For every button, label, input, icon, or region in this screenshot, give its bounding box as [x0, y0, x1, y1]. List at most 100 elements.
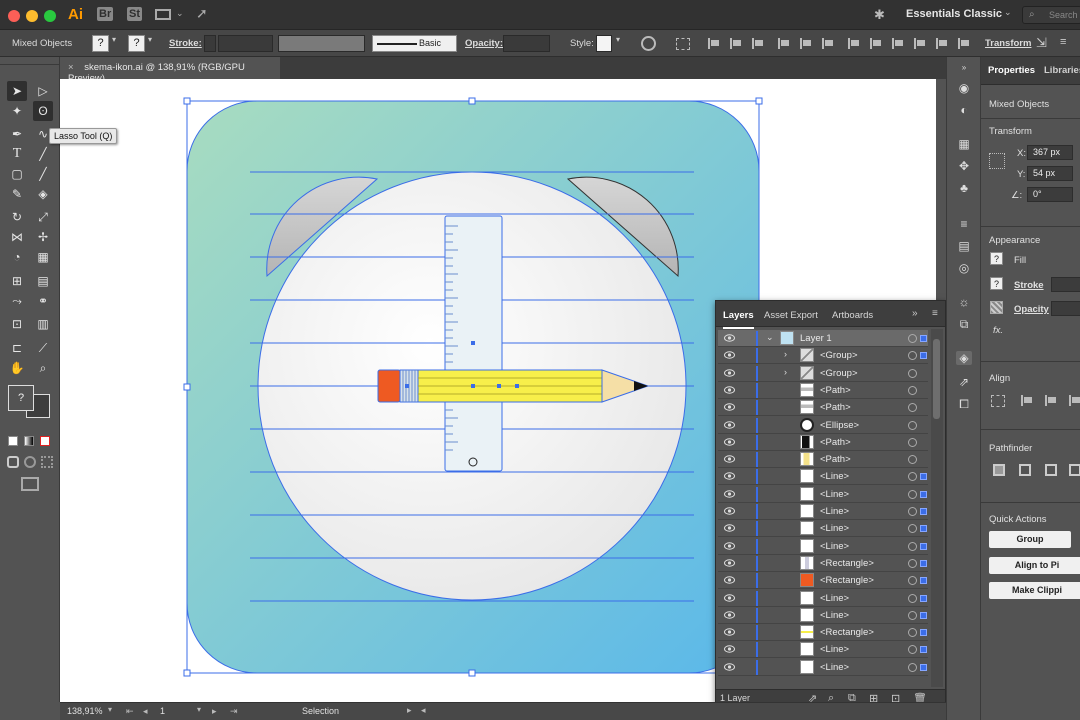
tab-libraries[interactable]: Libraries — [1044, 65, 1080, 76]
eraser-tool-icon[interactable]: ◈ — [33, 184, 53, 204]
visibility-eye-icon[interactable] — [724, 506, 735, 516]
target-circle-icon[interactable] — [908, 507, 917, 516]
visibility-eye-icon[interactable] — [724, 627, 735, 637]
column-graph-tool-icon[interactable]: ▥ — [33, 314, 53, 334]
layer-name[interactable]: <Rectangle> — [820, 575, 874, 586]
puppet-warp-tool-icon[interactable]: ✢ — [33, 227, 53, 247]
selection-indicator[interactable] — [920, 577, 927, 585]
selection-indicator[interactable] — [920, 559, 927, 567]
selection-indicator[interactable] — [920, 352, 927, 360]
layer-name[interactable]: <Path> — [820, 385, 851, 396]
gradient-panel-icon[interactable]: ▤ — [956, 239, 972, 253]
layer-name[interactable]: <Path> — [820, 402, 851, 413]
tab-properties[interactable]: Properties — [988, 65, 1035, 76]
layer-row[interactable]: <Line> — [718, 590, 928, 607]
unite-icon[interactable] — [993, 464, 1005, 476]
minus-front-icon[interactable] — [1019, 464, 1031, 476]
dock-collapse-icon[interactable]: » — [956, 61, 972, 75]
workspace-switcher[interactable]: Essentials Classic — [906, 8, 1002, 20]
layer-name[interactable]: <Path> — [820, 454, 851, 465]
visibility-eye-icon[interactable] — [724, 471, 735, 481]
distribute-center-icon[interactable] — [870, 38, 882, 49]
visibility-eye-icon[interactable] — [724, 420, 735, 430]
color-icon[interactable]: ◐ — [956, 103, 972, 117]
layer-row-parent[interactable]: ⌄ Layer 1 — [718, 330, 928, 347]
visibility-eye-icon[interactable] — [724, 523, 735, 533]
target-circle-icon[interactable] — [908, 455, 917, 465]
lightbulb-icon[interactable]: ✱ — [874, 7, 885, 23]
layer-name[interactable]: <Ellipse> — [820, 420, 859, 431]
layer-name[interactable]: <Rectangle> — [820, 558, 874, 569]
chevron-down-icon[interactable]: ▾ — [616, 35, 620, 44]
visibility-eye-icon[interactable] — [724, 593, 735, 603]
fill-mode-none-icon[interactable] — [40, 436, 50, 446]
layer-name[interactable]: <Line> — [820, 471, 849, 482]
zoom-level[interactable]: 138,91% — [67, 706, 103, 716]
artboard-tool-icon[interactable]: ⊏ — [7, 338, 27, 358]
bridge-button[interactable]: Br — [97, 7, 114, 21]
layer-row[interactable]: <Rectangle> — [718, 624, 928, 642]
selection-indicator[interactable] — [920, 335, 927, 342]
last-artboard-icon[interactable]: ⇥ — [230, 706, 238, 717]
distribute-horizontal-center-icon[interactable] — [936, 38, 948, 49]
symbols-icon[interactable]: ♣ — [956, 181, 972, 195]
chevron-down-icon[interactable]: ⌄ — [1004, 7, 1012, 18]
variable-width-profile[interactable] — [278, 35, 365, 52]
transparency-icon[interactable]: ◎ — [956, 261, 972, 275]
graphic-style-swatch[interactable] — [596, 35, 612, 52]
distribute-top-icon[interactable] — [848, 38, 860, 49]
visibility-eye-icon[interactable] — [724, 662, 735, 672]
arrange-documents-icon[interactable] — [155, 9, 171, 20]
artboard-number[interactable]: 1 — [160, 706, 165, 716]
align-to-icon[interactable] — [991, 395, 1005, 407]
toolbar-grip[interactable] — [0, 59, 60, 65]
visibility-eye-icon[interactable] — [724, 454, 735, 464]
gradient-tool-icon[interactable]: ▤ — [33, 271, 53, 291]
layer-name[interactable]: <Line> — [820, 523, 849, 534]
stroke-panel-icon[interactable]: ≡ — [956, 217, 972, 231]
magic-wand-tool-icon[interactable]: ✦ — [7, 101, 27, 121]
align-right-icon[interactable] — [1069, 395, 1080, 406]
layer-name[interactable]: <Line> — [820, 506, 849, 517]
target-circle-icon[interactable] — [908, 662, 917, 672]
visibility-eye-icon[interactable] — [724, 333, 735, 343]
transform-options-icon[interactable]: ⇲ — [1036, 35, 1047, 51]
direct-selection-tool-icon[interactable]: ▷ — [33, 81, 53, 101]
reference-point-icon[interactable] — [989, 153, 1005, 169]
eyedropper-tool-icon[interactable]: ⤳ — [7, 291, 27, 311]
chevron-down-icon[interactable]: ▾ — [148, 35, 152, 44]
visibility-eye-icon[interactable] — [724, 558, 735, 568]
fill-mode-gradient-icon[interactable] — [24, 436, 34, 446]
stroke-label[interactable]: Stroke: — [169, 38, 202, 49]
stroke-weight-input[interactable] — [218, 35, 273, 52]
brush-definition-dropdown[interactable]: Basic — [372, 35, 457, 52]
distribute-left-icon[interactable] — [914, 38, 926, 49]
target-circle-icon[interactable] — [908, 610, 917, 620]
chevron-down-icon[interactable]: ▾ — [197, 705, 201, 714]
layer-name[interactable]: <Line> — [820, 489, 849, 500]
swatches-icon[interactable]: ▦ — [956, 137, 972, 151]
make-clipping-mask-button[interactable]: Make Clippi — [989, 582, 1080, 599]
document-tab[interactable]: × skema-ikon.ai @ 138,91% (RGB/GPU Previ… — [60, 57, 280, 84]
target-circle-icon[interactable] — [908, 334, 917, 343]
selection-indicator[interactable] — [920, 611, 927, 619]
lasso-tool-icon[interactable]: ʘ — [33, 101, 53, 121]
align-top-icon[interactable] — [778, 38, 790, 49]
layers-scrollbar[interactable] — [931, 329, 943, 687]
selection-indicator[interactable] — [920, 646, 927, 654]
stroke-swatch[interactable]: ? — [128, 35, 145, 52]
layer-row[interactable]: <Path> — [718, 451, 928, 469]
hand-tool-icon[interactable]: ✋ — [7, 358, 27, 378]
chevron-down-icon[interactable]: ▾ — [108, 705, 112, 714]
selection-tool-icon[interactable]: ➤ — [7, 81, 27, 101]
target-circle-icon[interactable] — [908, 489, 917, 499]
layer-row[interactable]: <Line> — [718, 468, 928, 486]
layer-row[interactable]: <Line> — [718, 520, 928, 538]
layers-panel-icon[interactable]: ◈ — [956, 351, 972, 365]
panel-menu-icon[interactable]: ≡ — [932, 308, 938, 319]
close-window-button[interactable] — [8, 10, 20, 22]
layer-row[interactable]: <Line> — [718, 486, 928, 503]
align-left-icon[interactable] — [708, 38, 720, 49]
line-segment-tool-icon[interactable]: ╱ — [33, 144, 53, 164]
layer-row[interactable]: <Rectangle> — [718, 572, 928, 590]
